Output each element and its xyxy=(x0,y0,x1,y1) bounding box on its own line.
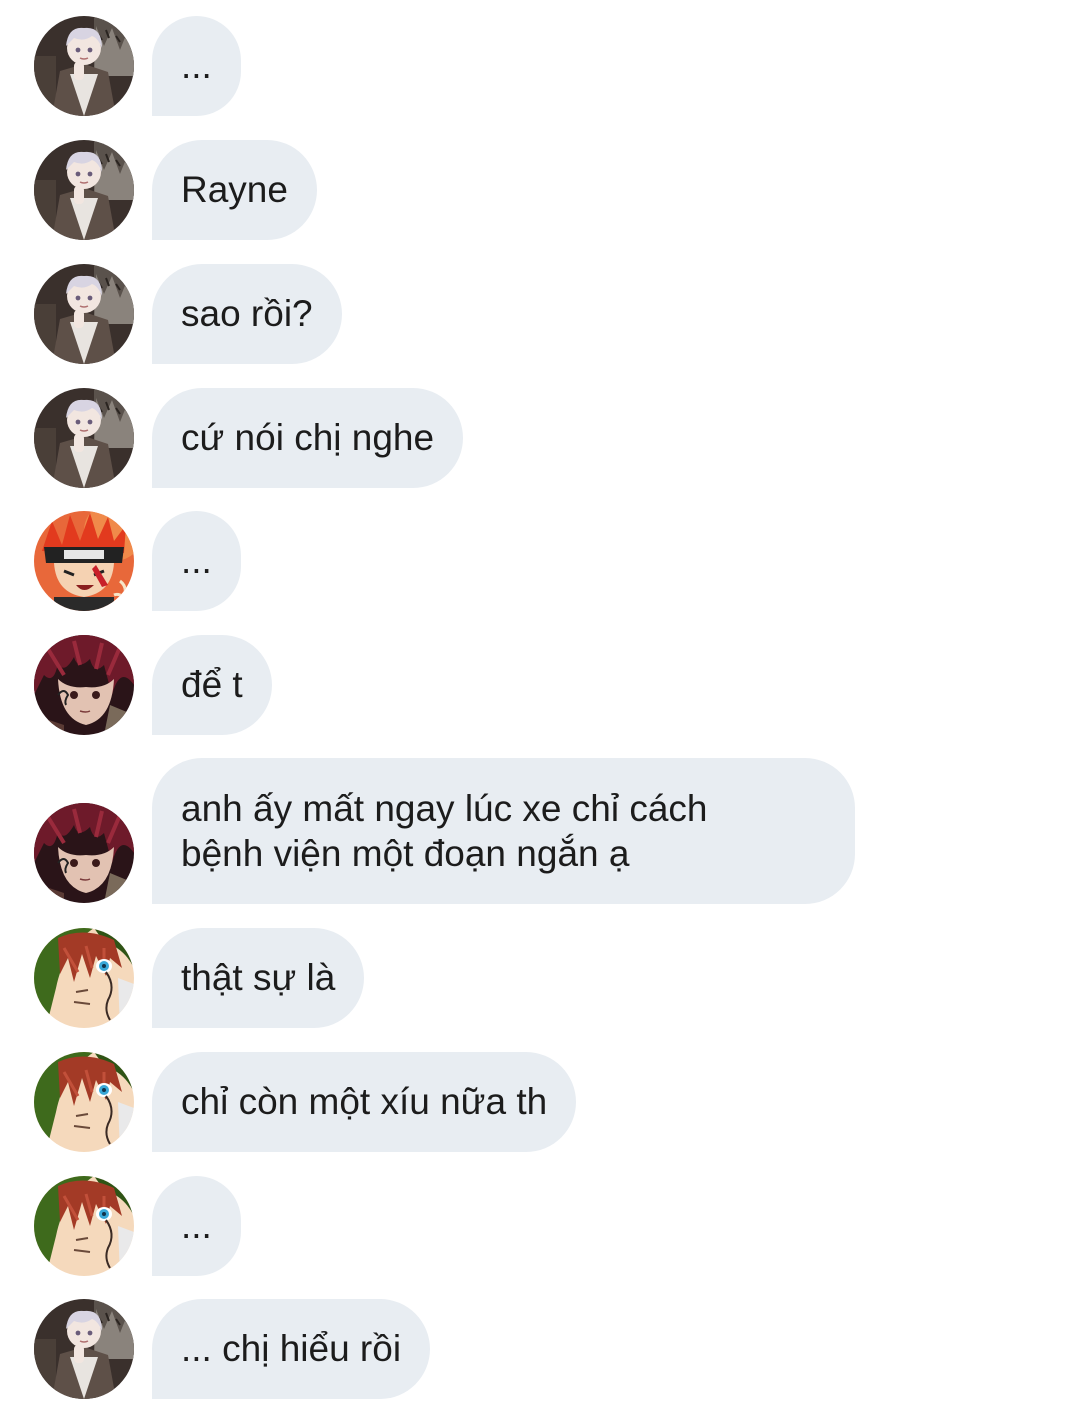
message-text: ... xyxy=(181,1205,212,1246)
message-row: để t xyxy=(0,635,1080,735)
silver-haired-character-avatar[interactable] xyxy=(34,388,134,488)
silver-haired-character-avatar[interactable] xyxy=(34,264,134,364)
message-text: cứ nói chị nghe xyxy=(181,417,435,458)
silver-haired-character-avatar[interactable] xyxy=(34,16,134,116)
message-row: ... xyxy=(0,1176,1080,1276)
message-text-line: bệnh viện một đoạn ngắn ạ xyxy=(181,833,630,874)
message-text: sao rồi? xyxy=(181,293,313,334)
dark-red-haired-character-avatar[interactable] xyxy=(34,803,134,903)
message-bubble[interactable]: ... chị hiểu rồi xyxy=(152,1299,431,1399)
message-text: ... chị hiểu rồi xyxy=(181,1328,402,1369)
message-text: để t xyxy=(181,664,243,705)
red-haired-headband-character-avatar[interactable] xyxy=(34,511,134,611)
silver-haired-character-avatar[interactable] xyxy=(34,140,134,240)
message-row: ... xyxy=(0,511,1080,611)
message-text: thật sự là xyxy=(181,957,336,998)
message-text-line: anh ấy mất ngay lúc xe chỉ cách xyxy=(181,788,708,829)
message-bubble[interactable]: Rayne xyxy=(152,140,317,240)
message-text: Rayne xyxy=(181,169,288,210)
message-text: ... xyxy=(181,45,212,86)
message-row: sao rồi? xyxy=(0,264,1080,364)
message-row: ... xyxy=(0,16,1080,116)
message-bubble[interactable]: thật sự là xyxy=(152,928,365,1028)
message-bubble[interactable]: sao rồi? xyxy=(152,264,342,364)
message-row: cứ nói chị nghe xyxy=(0,388,1080,488)
message-row: anh ấy mất ngay lúc xe chỉ cách bệnh việ… xyxy=(0,758,1080,904)
silver-haired-character-avatar[interactable] xyxy=(34,1299,134,1399)
green-hooded-character-avatar[interactable] xyxy=(34,1176,134,1276)
message-bubble[interactable]: ... xyxy=(152,511,241,611)
green-hooded-character-avatar[interactable] xyxy=(34,1052,134,1152)
message-row: ... chị hiểu rồi xyxy=(0,1299,1080,1399)
message-bubble[interactable]: chỉ còn một xíu nữa th xyxy=(152,1052,577,1152)
message-row: Rayne xyxy=(0,140,1080,240)
message-bubble[interactable]: ... xyxy=(152,16,241,116)
message-text: chỉ còn một xíu nữa th xyxy=(181,1081,548,1122)
message-bubble[interactable]: anh ấy mất ngay lúc xe chỉ cách bệnh việ… xyxy=(152,758,855,904)
message-row: chỉ còn một xíu nữa th xyxy=(0,1052,1080,1152)
message-row: thật sự là xyxy=(0,928,1080,1028)
message-bubble[interactable]: cứ nói chị nghe xyxy=(152,388,464,488)
message-bubble[interactable]: ... xyxy=(152,1176,241,1276)
message-bubble[interactable]: để t xyxy=(152,635,272,735)
dark-red-haired-character-avatar[interactable] xyxy=(34,635,134,735)
message-text: ... xyxy=(181,540,212,581)
green-hooded-character-avatar[interactable] xyxy=(34,928,134,1028)
